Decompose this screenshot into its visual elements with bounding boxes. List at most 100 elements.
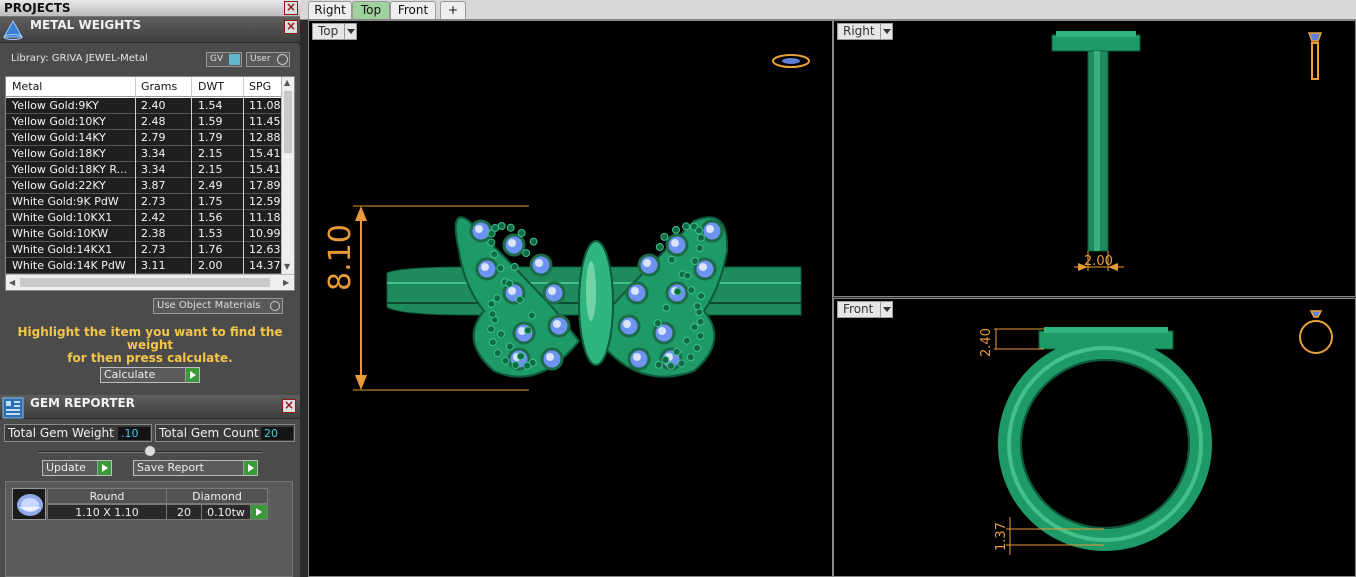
metal-cell: White Gold:14K PdW: [12, 259, 126, 272]
table-row[interactable]: Yellow Gold:18KY 3.34 2.15 15.41: [6, 146, 282, 162]
table-row[interactable]: White Gold:10KX1 2.42 1.56 11.18: [6, 210, 282, 226]
dwt-cell: 2.00: [198, 259, 223, 272]
tab-right[interactable]: Right: [308, 1, 352, 19]
vertical-scroll-thumb[interactable]: [284, 91, 292, 153]
scroll-right-icon[interactable]: ▶: [283, 278, 289, 287]
col-divider: [135, 77, 136, 275]
table-vertical-scrollbar[interactable]: ▲ ▼: [281, 77, 294, 275]
metal-bead: [527, 311, 536, 320]
metal-bead: [496, 264, 505, 273]
total-gem-count: Total Gem Count 20: [155, 424, 295, 442]
spg-cell: 15.41: [249, 163, 281, 176]
table-row[interactable]: White Gold:9K PdW 2.73 1.75 12.59: [6, 194, 282, 210]
scroll-up-icon[interactable]: ▲: [284, 78, 290, 87]
update-button[interactable]: Update: [42, 460, 112, 476]
close-gem-reporter-button[interactable]: ×: [282, 399, 296, 413]
metal-bead: [487, 300, 496, 308]
add-tab-button[interactable]: +: [440, 1, 466, 19]
tab-front[interactable]: Front: [390, 1, 436, 19]
metal-bead: [683, 271, 692, 280]
metal-bead: [673, 287, 682, 296]
table-horizontal-scrollbar[interactable]: ◀ ▶: [6, 274, 294, 290]
gv-toggle[interactable]: GV: [206, 52, 242, 67]
table-row[interactable]: White Gold:14KX1 2.73 1.76 12.63: [6, 242, 282, 258]
gem-highlight: [535, 259, 543, 267]
table-row[interactable]: Yellow Gold:14KY 2.79 1.79 12.88: [6, 130, 282, 146]
table-row[interactable]: Yellow Gold:18KY R... 3.34 2.15 15.41: [6, 162, 282, 178]
spg-cell: 15.41: [249, 147, 281, 160]
dwt-cell: 1.76: [198, 243, 223, 256]
table-row[interactable]: White Gold:10KW 2.38 1.53 10.99: [6, 226, 282, 242]
grams-cell: 2.73: [141, 243, 166, 256]
metal-bead: [487, 325, 495, 334]
metal-bead: [505, 279, 514, 288]
metal-cell: White Gold:14KX1: [12, 243, 113, 256]
close-metal-weights-button[interactable]: ×: [284, 20, 298, 34]
viewport-front[interactable]: Front 2.40 1.37: [833, 298, 1356, 577]
col-spg[interactable]: SPG: [249, 80, 271, 93]
gem-count: 20: [166, 504, 202, 520]
gem-slider-handle[interactable]: [144, 445, 156, 457]
viewport-right[interactable]: Right 2.00: [833, 20, 1356, 297]
metal-cell: White Gold:10KX1: [12, 211, 113, 224]
view-orientation-icon: [1307, 32, 1323, 80]
user-toggle-label: User: [250, 54, 271, 64]
dwt-cell: 1.53: [198, 227, 223, 240]
table-row[interactable]: Yellow Gold:22KY 3.87 2.49 17.89: [6, 178, 282, 194]
metal-bead: [667, 255, 676, 264]
grams-cell: 2.79: [141, 131, 166, 144]
grams-cell: 3.87: [141, 179, 166, 192]
metal-bead: [506, 223, 515, 232]
metal-bead: [697, 292, 705, 300]
gem-highlight: [658, 327, 666, 335]
dwt-cell: 1.79: [198, 131, 223, 144]
viewport-top[interactable]: Top 8.10: [308, 20, 833, 577]
close-projects-button[interactable]: ×: [284, 1, 298, 15]
metal-table: Metal Grams DWT SPG Yellow Gold:9KY 2.40 1…: [5, 76, 295, 291]
metal-bead: [516, 352, 525, 361]
col-divider: [243, 77, 244, 275]
scroll-down-icon[interactable]: ▼: [284, 262, 290, 271]
col-dwt[interactable]: DWT: [198, 80, 224, 93]
grams-cell: 3.34: [141, 163, 166, 176]
metal-bead: [695, 226, 704, 235]
total-gem-weight-value: .10: [118, 427, 150, 440]
col-metal[interactable]: Metal: [12, 80, 42, 93]
bottom-thickness-dimension: 1.37: [994, 522, 1009, 551]
spg-cell: 10.99: [249, 227, 281, 240]
diamond-thumbnail-icon[interactable]: [12, 488, 46, 520]
user-toggle[interactable]: User: [246, 52, 290, 67]
gem-highlight: [671, 239, 679, 247]
save-report-button[interactable]: Save Report: [133, 460, 258, 476]
metal-bead: [682, 222, 691, 231]
instruction-line-1: Highlight the item you want to find the …: [17, 325, 283, 352]
col-grams[interactable]: Grams: [141, 80, 177, 93]
horizontal-scroll-thumb[interactable]: [20, 278, 270, 287]
table-row[interactable]: White Gold:14K PdW 3.11 2.00 14.37: [6, 258, 282, 274]
metal-bead: [686, 353, 695, 362]
metal-bead: [696, 317, 705, 326]
top-view-render: [353, 54, 810, 391]
metal-cell: Yellow Gold:9KY: [12, 99, 99, 112]
col-divider: [191, 77, 192, 275]
metal-cell: White Gold:10KW: [12, 227, 109, 240]
gem-size: 1.10 X 1.10: [47, 504, 167, 520]
use-object-materials-toggle[interactable]: Use Object Materials: [153, 298, 283, 314]
gem-highlight: [481, 263, 489, 271]
spg-cell: 11.08: [249, 99, 281, 112]
grams-cell: 2.48: [141, 115, 166, 128]
table-row[interactable]: Yellow Gold:9KY 2.40 1.54 11.08: [6, 98, 282, 114]
scroll-left-icon[interactable]: ◀: [9, 278, 15, 287]
metal-bead: [488, 310, 497, 319]
dwt-cell: 1.56: [198, 211, 223, 224]
gem-reporter-icon: [2, 397, 24, 419]
tab-top[interactable]: Top: [352, 1, 390, 19]
gem-highlight: [633, 353, 641, 361]
table-row[interactable]: Yellow Gold:10KY 2.48 1.59 11.45: [6, 114, 282, 130]
metal-bead: [695, 244, 704, 253]
calculate-button[interactable]: Calculate: [100, 367, 200, 383]
view-orientation-icon: [1299, 310, 1333, 354]
spg-cell: 17.89: [249, 179, 281, 192]
view-orientation-icon: [772, 54, 810, 68]
gem-go-button[interactable]: [250, 504, 268, 520]
